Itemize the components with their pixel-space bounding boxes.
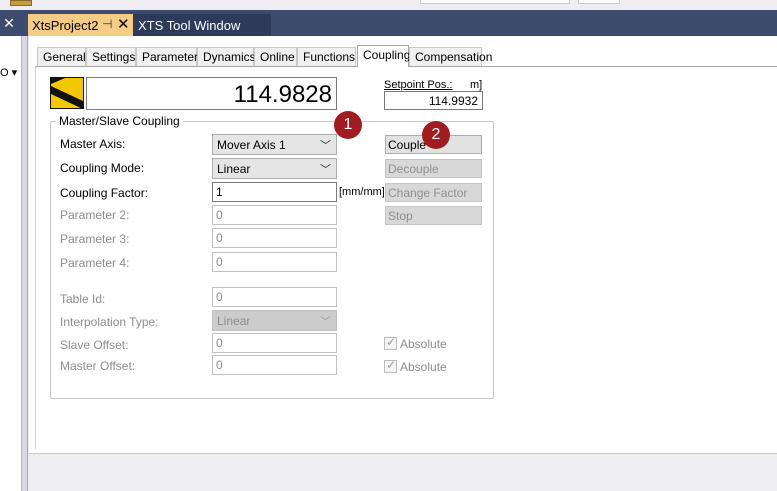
left-panel-dropdown[interactable]: O ▾ — [0, 66, 22, 79]
checkmark-icon: ✓ — [386, 335, 397, 349]
toolbar-combo-small[interactable] — [578, 0, 620, 4]
document-tab-label: XtsProject2 — [32, 18, 99, 33]
left-panel-close-icon[interactable]: ✕ — [2, 15, 16, 31]
chevron-down-icon: ﹀ — [320, 140, 331, 152]
parameter-3-input: 0 — [212, 228, 337, 248]
table-id-input: 0 — [212, 287, 337, 307]
change-factor-button: Change Factor — [385, 183, 482, 202]
interpolation-type-value: Linear — [217, 314, 251, 328]
panel-splitter[interactable] — [22, 36, 28, 491]
parameter-2-label: Parameter 2: — [60, 208, 130, 222]
callout-marker-1: 1 — [334, 111, 362, 139]
coupling-factor-unit: [mm/mm] — [339, 186, 385, 198]
master-axis-value: Mover Axis 1 — [217, 138, 286, 152]
master-offset-input: 0 — [212, 355, 337, 375]
coupling-mode-select[interactable]: Linear ﹀ — [212, 158, 337, 179]
checkbox-box: ✓ — [384, 358, 397, 373]
interpolation-type-select: Linear ﹀ — [212, 310, 337, 331]
slave-offset-label: Slave Offset: — [60, 338, 129, 352]
stop-button: Stop — [385, 206, 482, 225]
close-tab-icon[interactable]: ✕ — [117, 15, 130, 33]
master-offset-absolute-checkbox: ✓ Absolute — [384, 358, 447, 374]
tab-dynamics[interactable]: Dynamics — [197, 47, 256, 66]
parameter-4-input: 0 — [212, 252, 337, 272]
master-offset-label: Master Offset: — [60, 359, 136, 373]
chevron-down-icon: ﹀ — [320, 316, 331, 328]
coupling-factor-input[interactable]: 1 — [212, 182, 337, 202]
left-tool-panel — [0, 36, 22, 491]
toolbar-combo[interactable] — [420, 0, 570, 4]
setpoint-unit: m] — [470, 79, 483, 91]
coupling-mode-value: Linear — [217, 162, 251, 176]
setpoint-label: Setpoint Pos.: — [384, 79, 453, 91]
setpoint-position-display: 114.9932 — [384, 91, 483, 110]
document-tab-xtsproject2[interactable]: XtsProject2 ⊣ ✕ — [28, 14, 133, 36]
decouple-button: Decouple — [385, 159, 482, 178]
master-axis-select[interactable]: Mover Axis 1 ﹀ — [212, 134, 337, 155]
coupling-mode-label: Coupling Mode: — [60, 161, 145, 175]
slave-offset-input: 0 — [212, 333, 337, 353]
tab-general[interactable]: General — [37, 47, 86, 66]
document-tab-xts-tool-window[interactable]: XTS Tool Window — [133, 14, 271, 36]
coupling-group-title: Master/Slave Coupling — [56, 114, 183, 128]
toolbar-icon[interactable] — [10, 0, 32, 6]
pin-icon[interactable]: ⊣ — [102, 17, 112, 31]
parameter-3-label: Parameter 3: — [60, 232, 130, 246]
slave-offset-absolute-checkbox: ✓ Absolute — [384, 335, 447, 351]
coupling-factor-label: Coupling Factor: — [60, 186, 149, 200]
parameter-4-label: Parameter 4: — [60, 256, 130, 270]
master-axis-label: Master Axis: — [60, 137, 126, 151]
actual-position-display: 114.9828 — [86, 77, 337, 110]
absolute-label: Absolute — [400, 337, 447, 351]
tab-coupling[interactable]: Coupling — [357, 45, 410, 67]
tab-online[interactable]: Online — [254, 47, 297, 66]
checkbox-box: ✓ — [384, 335, 397, 350]
tab-functions[interactable]: Functions — [297, 47, 356, 66]
tab-settings[interactable]: Settings — [86, 47, 136, 66]
axis-status-icon-graphic — [51, 78, 83, 108]
parameter-2-input: 0 — [212, 205, 337, 225]
top-toolbar-strip — [0, 0, 777, 10]
document-tab-label: XTS Tool Window — [138, 18, 241, 33]
interpolation-type-label: Interpolation Type: — [60, 315, 159, 329]
checkmark-icon: ✓ — [386, 358, 397, 372]
bottom-area — [29, 453, 777, 491]
chevron-down-icon: ﹀ — [320, 164, 331, 176]
table-id-label: Table Id: — [60, 292, 106, 306]
axis-status-icon — [50, 77, 84, 109]
callout-marker-2: 2 — [422, 121, 450, 149]
absolute-label: Absolute — [400, 360, 447, 374]
tab-parameter[interactable]: Parameter — [136, 47, 198, 66]
tab-compensation[interactable]: Compensation — [409, 47, 492, 66]
